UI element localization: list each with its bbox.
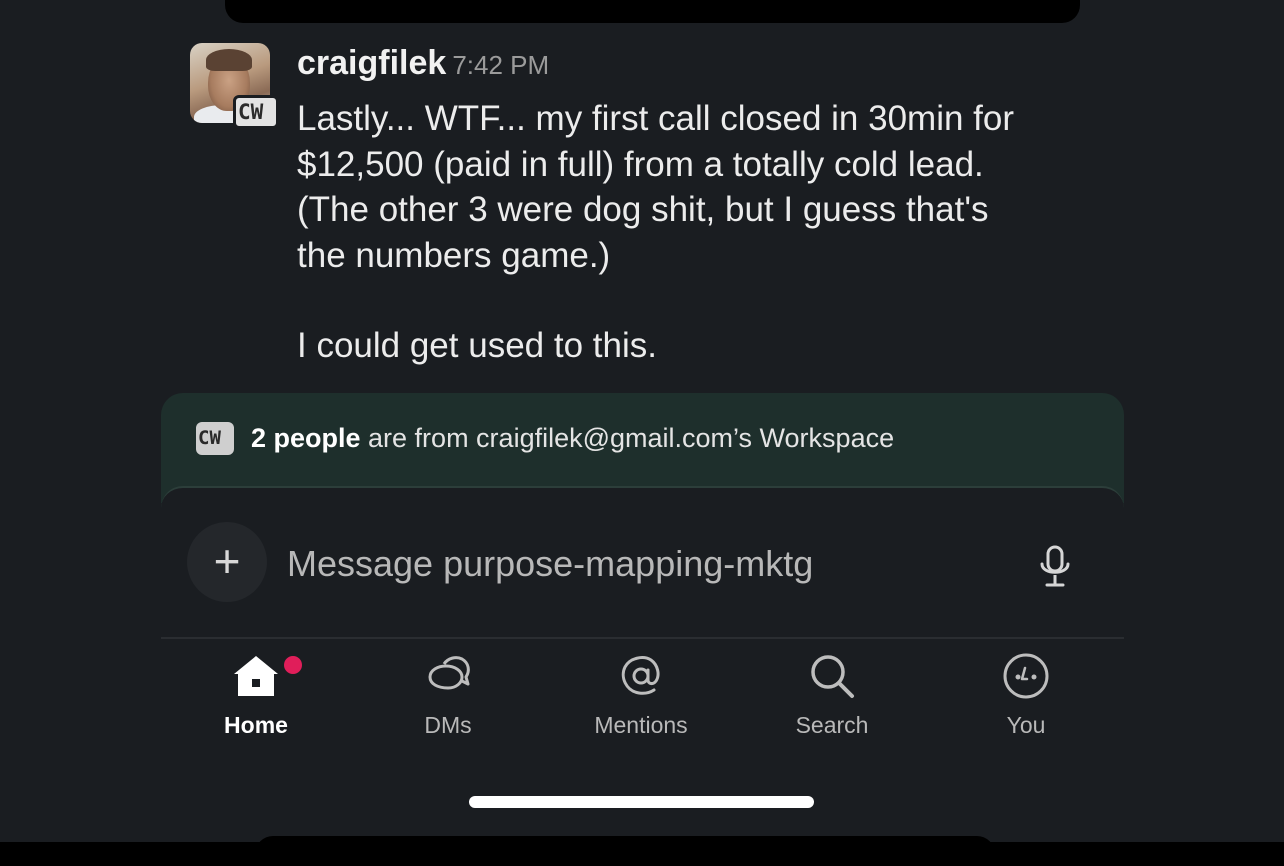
message-timestamp[interactable]: 7:42 PM bbox=[452, 50, 549, 80]
message-header: craigfilek 7:42 PM bbox=[297, 44, 549, 83]
message-line: Lastly... WTF... my first call closed in… bbox=[297, 99, 1015, 138]
notice-text: 2 people are from craigfilek@gmail.com’s… bbox=[251, 423, 894, 454]
bottom-screen-edge bbox=[255, 836, 995, 866]
tab-home[interactable]: Home bbox=[181, 650, 331, 739]
notice-people-count: 2 people bbox=[251, 423, 361, 453]
tabbar-divider bbox=[161, 637, 1124, 639]
top-screen-edge bbox=[225, 0, 1080, 23]
message-input[interactable] bbox=[287, 540, 1007, 588]
tab-mentions[interactable]: Mentions bbox=[566, 650, 716, 739]
dms-icon bbox=[428, 656, 470, 690]
search-icon bbox=[811, 655, 854, 698]
tab-label: You bbox=[1006, 712, 1046, 738]
message-line: $12,500 (paid in full) from a totally co… bbox=[297, 144, 984, 184]
workspace-badge: CW bbox=[233, 95, 279, 129]
you-icon bbox=[1003, 653, 1049, 699]
notice-workspace-badge: CW bbox=[196, 422, 234, 455]
tab-label: Home bbox=[224, 712, 288, 738]
message-username[interactable]: craigfilek bbox=[297, 44, 446, 82]
message-body: Lastly... WTF... my first call closed in… bbox=[297, 96, 1097, 369]
notice-rest-text: are from craigfilek@gmail.com’s Workspac… bbox=[360, 423, 895, 453]
tab-you[interactable]: You bbox=[951, 650, 1101, 739]
slack-channel-screen: CW craigfilek 7:42 PM Lastly... WTF... my… bbox=[0, 0, 1284, 866]
tab-label: Search bbox=[795, 712, 869, 738]
home-indicator-bar[interactable] bbox=[469, 796, 814, 808]
unread-dot-badge bbox=[281, 653, 305, 677]
at-icon bbox=[621, 656, 660, 695]
message-line: I could get used to this. bbox=[297, 326, 657, 365]
tab-search[interactable]: Search bbox=[757, 650, 907, 739]
tab-label: Mentions bbox=[594, 712, 688, 738]
add-attachment-button[interactable]: + bbox=[187, 522, 267, 602]
message-line: (The other 3 were dog shit, but I guess … bbox=[297, 190, 989, 229]
tab-dms[interactable]: DMs bbox=[373, 650, 523, 739]
microphone-icon[interactable] bbox=[1037, 545, 1073, 589]
message-line: the numbers game.) bbox=[297, 235, 611, 275]
home-icon bbox=[234, 656, 278, 696]
tab-label: DMs bbox=[424, 712, 472, 738]
